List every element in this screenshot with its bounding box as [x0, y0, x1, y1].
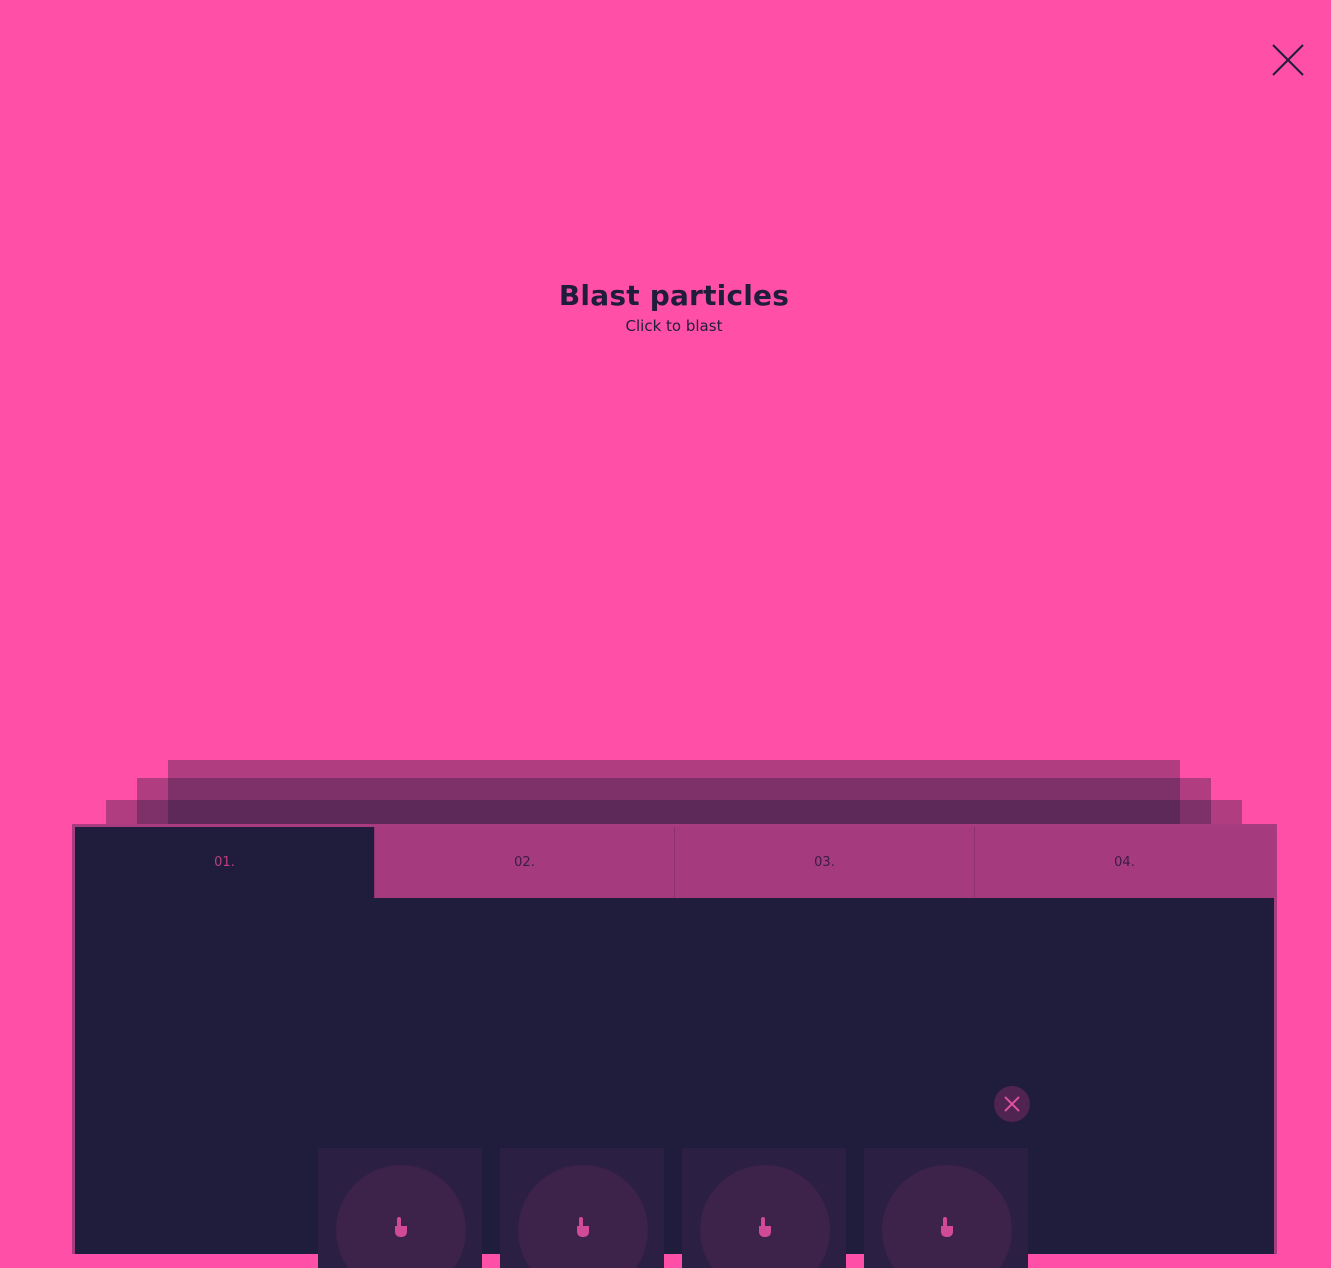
card-row [318, 1148, 1028, 1268]
page-subtitle: Click to blast [625, 317, 723, 335]
card[interactable] [682, 1148, 846, 1268]
tab-03[interactable]: 03. [674, 827, 974, 898]
hero[interactable]: Blast particles Click to blast [0, 278, 1331, 336]
panel-close-button[interactable] [994, 1086, 1030, 1122]
card[interactable] [864, 1148, 1028, 1268]
card[interactable] [500, 1148, 664, 1268]
tab-01[interactable]: 01. [75, 827, 374, 898]
close-icon[interactable] [1270, 42, 1306, 78]
tab-02[interactable]: 02. [374, 827, 674, 898]
demo-panel: 01. 02. 03. 04. [72, 824, 1277, 1268]
page-title: Blast particles [558, 279, 790, 312]
tap-hand-icon [573, 1215, 593, 1239]
tab-04[interactable]: 04. [974, 827, 1274, 898]
tap-hand-icon [391, 1215, 411, 1239]
close-icon [1004, 1096, 1020, 1112]
tap-hand-icon [937, 1215, 957, 1239]
card[interactable] [318, 1148, 482, 1268]
tap-hand-icon [755, 1215, 775, 1239]
tab-bar: 01. 02. 03. 04. [75, 827, 1274, 898]
